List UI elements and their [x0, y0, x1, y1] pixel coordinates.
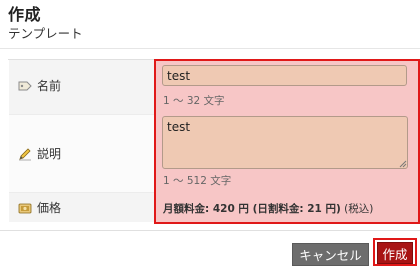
- page-title: 作成: [8, 5, 42, 24]
- price-value: 月額料金: 420 円 (日割料金: 21 円) (税込): [163, 201, 373, 216]
- tax-note: (税込): [340, 203, 374, 215]
- footer-divider: [0, 230, 420, 231]
- name-length-hint: 1 ～ 32 文字: [163, 95, 225, 107]
- cancel-button[interactable]: キャンセル: [292, 243, 369, 266]
- pencil-icon: [18, 147, 32, 161]
- tag-icon: [18, 79, 32, 93]
- price-label: 価格: [18, 199, 61, 216]
- header-divider: [0, 48, 420, 49]
- name-input[interactable]: [162, 65, 407, 86]
- price-icon: [18, 201, 32, 215]
- monthly-price-text: 月額料金: 420 円 (日割料金: 21 円): [163, 203, 341, 215]
- description-length-hint: 1 ～ 512 文字: [163, 175, 232, 187]
- resize-grip-icon[interactable]: [398, 159, 407, 168]
- name-label-text: 名前: [37, 79, 62, 93]
- name-label: 名前: [18, 77, 61, 94]
- page-subtitle: テンプレート: [8, 26, 83, 41]
- page-header: 作成 テンプレート: [0, 0, 420, 48]
- description-textarea[interactable]: test: [162, 116, 408, 169]
- description-label: 説明: [18, 145, 61, 162]
- create-button[interactable]: 作成: [377, 242, 413, 264]
- description-label-text: 説明: [37, 147, 62, 161]
- price-label-text: 価格: [37, 201, 62, 215]
